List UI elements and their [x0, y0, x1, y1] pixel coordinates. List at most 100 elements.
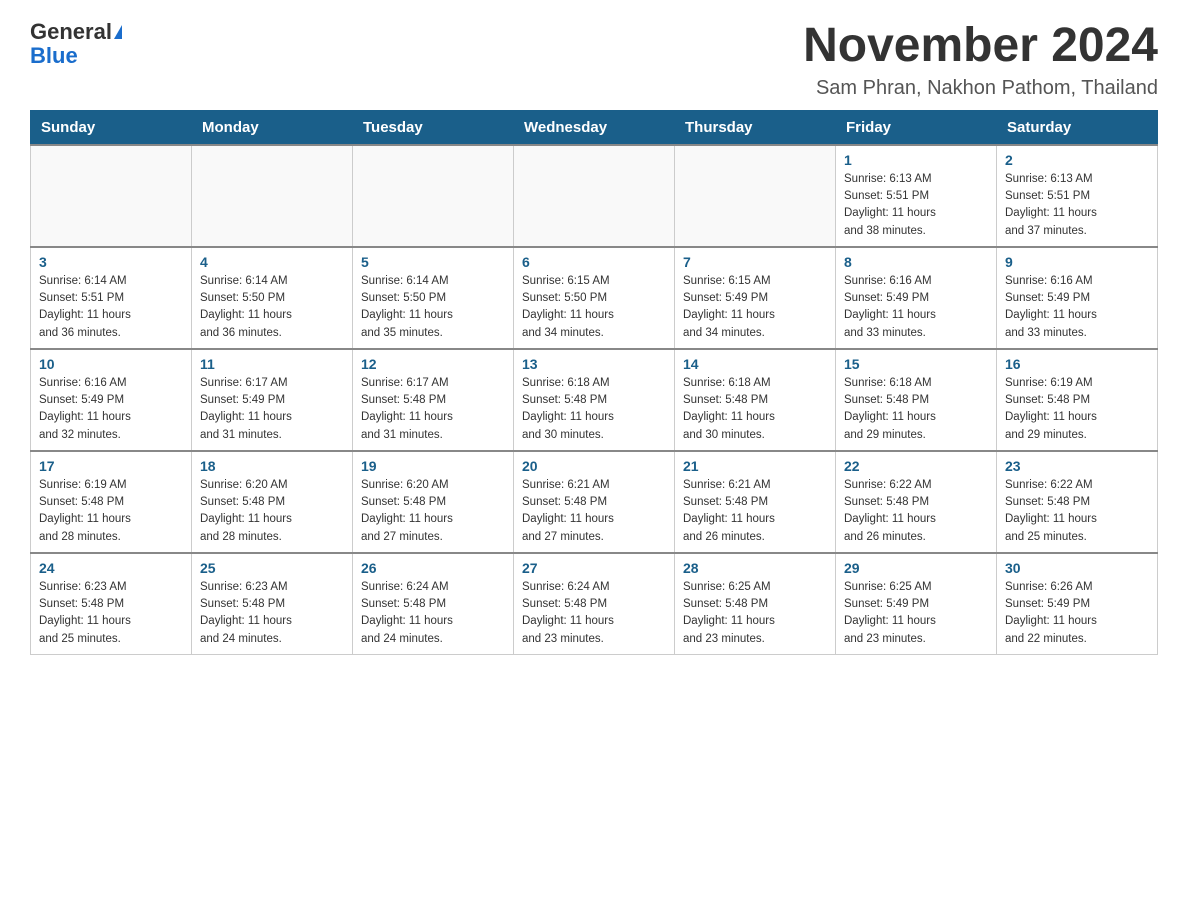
day-info: Sunrise: 6:23 AMSunset: 5:48 PMDaylight:… — [39, 579, 183, 648]
day-info: Sunrise: 6:13 AMSunset: 5:51 PMDaylight:… — [1005, 171, 1149, 240]
day-number: 2 — [1005, 152, 1149, 168]
day-number: 16 — [1005, 356, 1149, 372]
logo-triangle-icon — [114, 25, 122, 39]
calendar-cell-5-2: 25 Sunrise: 6:23 AMSunset: 5:48 PMDayligh… — [192, 553, 353, 655]
day-number: 29 — [844, 560, 988, 576]
day-info: Sunrise: 6:21 AMSunset: 5:48 PMDaylight:… — [683, 477, 827, 546]
day-info: Sunrise: 6:24 AMSunset: 5:48 PMDaylight:… — [361, 579, 505, 648]
week-row-5: 24 Sunrise: 6:23 AMSunset: 5:48 PMDayligh… — [31, 553, 1158, 655]
calendar-cell-4-5: 21 Sunrise: 6:21 AMSunset: 5:48 PMDayligh… — [675, 451, 836, 553]
header-saturday: Saturday — [997, 110, 1158, 145]
header-row: SundayMondayTuesdayWednesdayThursdayFrid… — [31, 110, 1158, 145]
day-info: Sunrise: 6:21 AMSunset: 5:48 PMDaylight:… — [522, 477, 666, 546]
day-info: Sunrise: 6:15 AMSunset: 5:50 PMDaylight:… — [522, 273, 666, 342]
day-info: Sunrise: 6:13 AMSunset: 5:51 PMDaylight:… — [844, 171, 988, 240]
header-wednesday: Wednesday — [514, 110, 675, 145]
header-tuesday: Tuesday — [353, 110, 514, 145]
calendar-cell-2-2: 4 Sunrise: 6:14 AMSunset: 5:50 PMDaylight… — [192, 247, 353, 349]
day-number: 3 — [39, 254, 183, 270]
calendar-cell-2-3: 5 Sunrise: 6:14 AMSunset: 5:50 PMDaylight… — [353, 247, 514, 349]
calendar-cell-2-4: 6 Sunrise: 6:15 AMSunset: 5:50 PMDaylight… — [514, 247, 675, 349]
calendar-cell-4-3: 19 Sunrise: 6:20 AMSunset: 5:48 PMDayligh… — [353, 451, 514, 553]
logo-blue-text: Blue — [30, 44, 78, 68]
day-info: Sunrise: 6:16 AMSunset: 5:49 PMDaylight:… — [39, 375, 183, 444]
logo-general-text: General — [30, 20, 112, 44]
day-number: 8 — [844, 254, 988, 270]
week-row-4: 17 Sunrise: 6:19 AMSunset: 5:48 PMDayligh… — [31, 451, 1158, 553]
day-number: 9 — [1005, 254, 1149, 270]
day-number: 15 — [844, 356, 988, 372]
day-number: 17 — [39, 458, 183, 474]
calendar-cell-4-6: 22 Sunrise: 6:22 AMSunset: 5:48 PMDayligh… — [836, 451, 997, 553]
calendar-cell-5-7: 30 Sunrise: 6:26 AMSunset: 5:49 PMDayligh… — [997, 553, 1158, 655]
calendar-cell-4-7: 23 Sunrise: 6:22 AMSunset: 5:48 PMDayligh… — [997, 451, 1158, 553]
day-info: Sunrise: 6:15 AMSunset: 5:49 PMDaylight:… — [683, 273, 827, 342]
calendar-cell-1-2 — [192, 145, 353, 247]
day-number: 27 — [522, 560, 666, 576]
day-number: 1 — [844, 152, 988, 168]
calendar-cell-3-6: 15Sunrise: 6:18 AMSunset: 5:48 PMDayligh… — [836, 349, 997, 451]
calendar-cell-4-4: 20Sunrise: 6:21 AMSunset: 5:48 PMDayligh… — [514, 451, 675, 553]
day-info: Sunrise: 6:18 AMSunset: 5:48 PMDaylight:… — [522, 375, 666, 444]
day-info: Sunrise: 6:24 AMSunset: 5:48 PMDaylight:… — [522, 579, 666, 648]
day-number: 19 — [361, 458, 505, 474]
day-info: Sunrise: 6:17 AMSunset: 5:48 PMDaylight:… — [361, 375, 505, 444]
calendar-cell-1-6: 1 Sunrise: 6:13 AMSunset: 5:51 PMDaylight… — [836, 145, 997, 247]
header-sunday: Sunday — [31, 110, 192, 145]
day-info: Sunrise: 6:14 AMSunset: 5:50 PMDaylight:… — [200, 273, 344, 342]
calendar-cell-3-3: 12 Sunrise: 6:17 AMSunset: 5:48 PMDayligh… — [353, 349, 514, 451]
day-number: 4 — [200, 254, 344, 270]
day-info: Sunrise: 6:22 AMSunset: 5:48 PMDaylight:… — [1005, 477, 1149, 546]
day-info: Sunrise: 6:19 AMSunset: 5:48 PMDaylight:… — [1005, 375, 1149, 444]
day-number: 24 — [39, 560, 183, 576]
day-info: Sunrise: 6:14 AMSunset: 5:51 PMDaylight:… — [39, 273, 183, 342]
day-info: Sunrise: 6:20 AMSunset: 5:48 PMDaylight:… — [361, 477, 505, 546]
day-info: Sunrise: 6:18 AMSunset: 5:48 PMDaylight:… — [683, 375, 827, 444]
calendar-cell-1-7: 2 Sunrise: 6:13 AMSunset: 5:51 PMDaylight… — [997, 145, 1158, 247]
calendar-cell-3-5: 14Sunrise: 6:18 AMSunset: 5:48 PMDayligh… — [675, 349, 836, 451]
day-number: 28 — [683, 560, 827, 576]
day-number: 13 — [522, 356, 666, 372]
day-number: 21 — [683, 458, 827, 474]
day-number: 26 — [361, 560, 505, 576]
day-number: 30 — [1005, 560, 1149, 576]
calendar-cell-1-4 — [514, 145, 675, 247]
day-info: Sunrise: 6:22 AMSunset: 5:48 PMDaylight:… — [844, 477, 988, 546]
calendar-cell-3-2: 11Sunrise: 6:17 AMSunset: 5:49 PMDayligh… — [192, 349, 353, 451]
day-number: 25 — [200, 560, 344, 576]
day-info: Sunrise: 6:14 AMSunset: 5:50 PMDaylight:… — [361, 273, 505, 342]
day-number: 22 — [844, 458, 988, 474]
header-thursday: Thursday — [675, 110, 836, 145]
calendar-cell-2-5: 7 Sunrise: 6:15 AMSunset: 5:49 PMDaylight… — [675, 247, 836, 349]
day-info: Sunrise: 6:25 AMSunset: 5:48 PMDaylight:… — [683, 579, 827, 648]
day-info: Sunrise: 6:26 AMSunset: 5:49 PMDaylight:… — [1005, 579, 1149, 648]
day-info: Sunrise: 6:25 AMSunset: 5:49 PMDaylight:… — [844, 579, 988, 648]
calendar-cell-5-1: 24 Sunrise: 6:23 AMSunset: 5:48 PMDayligh… — [31, 553, 192, 655]
day-number: 7 — [683, 254, 827, 270]
calendar-cell-5-4: 27 Sunrise: 6:24 AMSunset: 5:48 PMDayligh… — [514, 553, 675, 655]
day-info: Sunrise: 6:16 AMSunset: 5:49 PMDaylight:… — [844, 273, 988, 342]
calendar-cell-1-3 — [353, 145, 514, 247]
calendar-cell-3-4: 13 Sunrise: 6:18 AMSunset: 5:48 PMDayligh… — [514, 349, 675, 451]
day-number: 6 — [522, 254, 666, 270]
header-friday: Friday — [836, 110, 997, 145]
calendar-cell-2-1: 3 Sunrise: 6:14 AMSunset: 5:51 PMDaylight… — [31, 247, 192, 349]
logo: General Blue — [30, 20, 122, 68]
day-info: Sunrise: 6:16 AMSunset: 5:49 PMDaylight:… — [1005, 273, 1149, 342]
day-number: 5 — [361, 254, 505, 270]
week-row-3: 10 Sunrise: 6:16 AMSunset: 5:49 PMDayligh… — [31, 349, 1158, 451]
calendar-table: SundayMondayTuesdayWednesdayThursdayFrid… — [30, 110, 1158, 655]
calendar-cell-5-5: 28 Sunrise: 6:25 AMSunset: 5:48 PMDayligh… — [675, 553, 836, 655]
calendar-cell-3-7: 16 Sunrise: 6:19 AMSunset: 5:48 PMDayligh… — [997, 349, 1158, 451]
day-info: Sunrise: 6:19 AMSunset: 5:48 PMDaylight:… — [39, 477, 183, 546]
day-info: Sunrise: 6:20 AMSunset: 5:48 PMDaylight:… — [200, 477, 344, 546]
day-number: 10 — [39, 356, 183, 372]
day-number: 12 — [361, 356, 505, 372]
day-number: 23 — [1005, 458, 1149, 474]
calendar-cell-1-1 — [31, 145, 192, 247]
month-title: November 2024 — [803, 20, 1158, 73]
day-number: 11 — [200, 356, 344, 372]
day-info: Sunrise: 6:23 AMSunset: 5:48 PMDaylight:… — [200, 579, 344, 648]
calendar-cell-3-1: 10 Sunrise: 6:16 AMSunset: 5:49 PMDayligh… — [31, 349, 192, 451]
week-row-2: 3 Sunrise: 6:14 AMSunset: 5:51 PMDaylight… — [31, 247, 1158, 349]
